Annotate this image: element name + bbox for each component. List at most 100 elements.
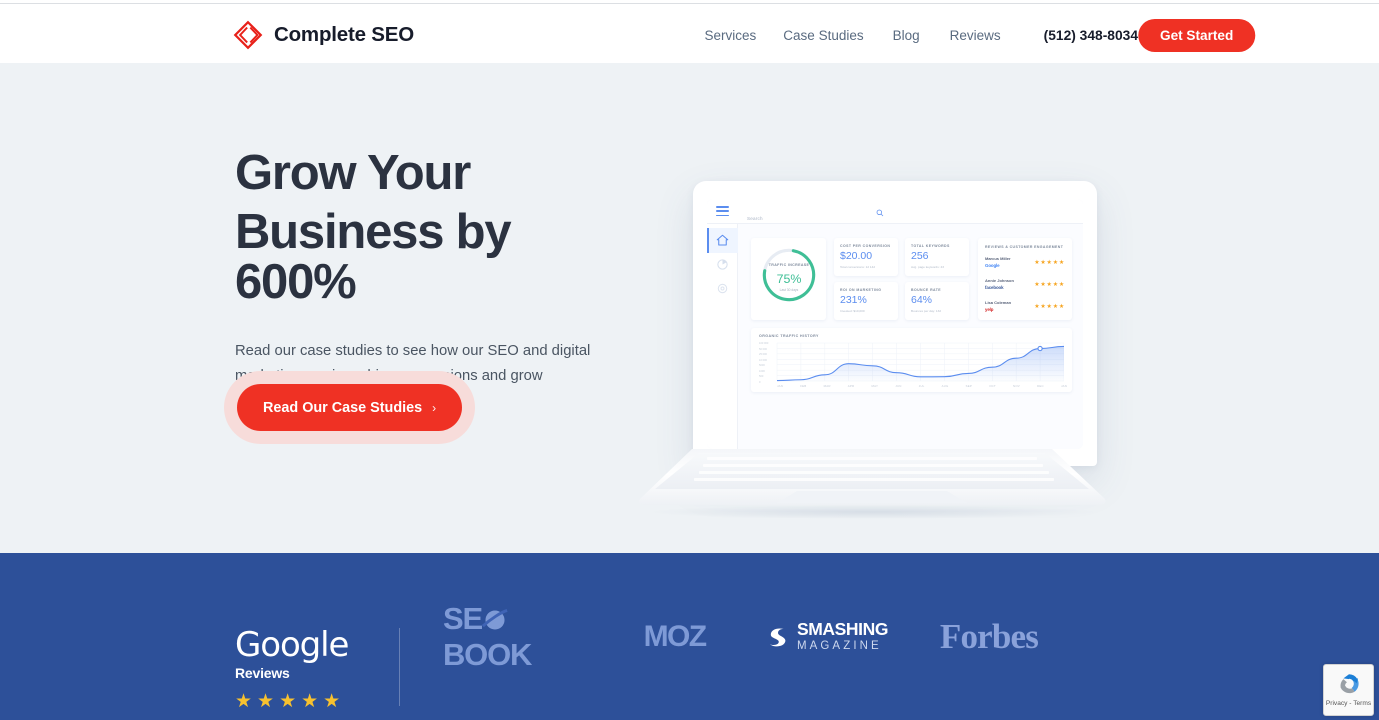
x-tick: JUL [918,384,925,388]
moz-wordmark: MOZ [643,619,707,653]
traffic-card-label: TRAFFIC INCREASE [768,263,810,267]
traffic-increase-card: TRAFFIC INCREASE 75% Last 30 days [751,238,826,320]
x-tick: JAN [777,384,784,388]
review-stars: ★★★★★ [1034,259,1065,266]
traffic-line-chart [776,342,1065,382]
page-title: Grow Your Business by 600% [235,146,615,309]
x-tick: APR [847,384,855,388]
nav-item-reviews[interactable]: Reviews [950,28,1001,43]
dashboard-sidebar [707,224,738,449]
dashboard-content: TRAFFIC INCREASE 75% Last 30 days COST P… [738,224,1083,449]
site-header: Complete SEO Services Case Studies Blog … [0,4,1379,63]
traffic-card-sub: Last 30 days [779,288,799,292]
seobook-text-part-1: SE [443,600,483,636]
laptop-screen: Search TRAFFIC INCREASE 75% Last 30 days… [707,199,1083,449]
metric-card: TOTAL KEYWORDS 256 Avg. page keywords: 4… [905,238,969,276]
pie-chart-icon[interactable] [715,257,730,272]
metric-sub: Bounces per day: 132 [911,309,942,313]
seobook-planet-icon [481,608,508,630]
metric-sub: Avg. page keywords: 43 [911,265,944,269]
home-icon[interactable] [715,233,730,248]
main-nav: Services Case Studies Blog Reviews (512)… [705,28,1138,43]
smashing-line-1: SMASHING [796,619,889,639]
get-started-button[interactable]: Get Started [1138,19,1256,52]
metric-sub: Invested: $10,000 [840,309,865,313]
google-reviews-stars: ★★★★★ [235,691,346,712]
laptop-lid: Search TRAFFIC INCREASE 75% Last 30 days… [693,181,1097,466]
logos-band-inner: Google Reviews ★★★★★ SE BOOK MOZ SMASHIN… [0,553,1379,720]
chevron-right-icon: › [432,400,437,415]
brand-name: Complete SEO [274,23,414,46]
seobook-wordmark: SE BOOK [443,601,586,673]
traffic-donut: TRAFFIC INCREASE 75% Last 30 days [760,246,818,304]
logo-smashing-magazine: SMASHING MAGAZINE [763,553,891,720]
metric-card: BOUNCE RATE 64% Bounces per day: 132 [905,282,969,320]
chart-plot-area [759,341,1065,383]
review-stars: ★★★★★ [1034,303,1065,310]
hero-cta-halo: Read Our Case Studies › [224,371,476,444]
metric-title: TOTAL KEYWORDS [911,244,950,248]
review-stars: ★★★★★ [1034,281,1065,288]
gear-icon[interactable] [715,281,730,296]
search-placeholder: Search [747,216,763,221]
seobook-text-part-2: BOOK [443,636,532,672]
hero-title-line-2: Business by 600% [235,204,512,309]
metric-value: 64% [911,294,933,306]
x-tick: MAY [871,384,879,388]
x-tick: DEC [1037,384,1044,388]
metric-title: ROI ON MARKETING [840,288,882,292]
vertical-divider [399,628,400,706]
review-row: Annie Johnson facebook ★★★★★ [985,278,1065,297]
brand-logo[interactable]: Complete SEO [233,20,414,50]
smashing-line-2: MAGAZINE [796,639,882,652]
x-tick: OCT [989,384,996,388]
x-tick: AUG [941,384,949,388]
metric-value: $20.00 [840,250,873,262]
hero-section: Grow Your Business by 600% Read our case… [0,63,1379,553]
google-wordmark: Google [235,625,349,665]
smashing-s-icon [769,628,786,646]
reviews-card-title: REVIEWS & CUSTOMER ENGAGEMENT [985,245,1064,249]
nav-item-services[interactable]: Services [705,28,757,43]
review-row: Lisa Coleman yelp ★★★★★ [985,300,1065,319]
google-reviews-label: Reviews [235,665,290,681]
x-tick: JAN [1060,384,1067,388]
read-case-studies-button[interactable]: Read Our Case Studies › [237,384,463,431]
x-tick: JUN [895,384,902,388]
laptop-base [637,449,1107,507]
metric-sub: Total conversions: 12 142 [840,265,876,269]
hero-title-line-1: Grow Your [235,146,471,200]
hamburger-icon[interactable] [716,206,729,217]
read-case-studies-label: Read Our Case Studies [263,399,423,416]
forbes-wordmark: Forbes [939,616,1039,656]
recaptcha-badge[interactable]: Privacy - Terms [1323,664,1374,716]
diamond-chevron-logo-icon [233,20,263,50]
x-tick: SEP [965,384,973,388]
x-tick: NOV [1013,384,1020,388]
hero-cta-wrapper: Read Our Case Studies › [224,371,476,444]
metric-card: ROI ON MARKETING 231% Invested: $10,000 [834,282,898,320]
search-icon[interactable] [876,204,884,217]
metric-card: COST PER CONVERSION $20.00 Total convers… [834,238,898,276]
recaptcha-label: Privacy - Terms [1325,700,1372,707]
x-tick: FEB [800,384,807,388]
smashing-text: SMASHING MAGAZINE [796,619,889,652]
nav-item-case-studies[interactable]: Case Studies [783,28,863,43]
review-row: Marcus Miller Google ★★★★★ [985,256,1065,275]
laptop-mockup: Search TRAFFIC INCREASE 75% Last 30 days… [625,113,1125,519]
logo-moz: MOZ [629,553,720,720]
traffic-card-value: 75% [776,272,802,286]
logo-forbes: Forbes [935,553,1043,720]
x-tick: MAR [823,384,831,388]
page-root: Complete SEO Services Case Studies Blog … [0,0,1379,720]
nav-item-blog[interactable]: Blog [893,28,920,43]
recaptcha-icon [1335,670,1363,698]
metric-title: BOUNCE RATE [911,288,942,292]
nav-phone-number[interactable]: (512) 348-8034 [1044,28,1138,43]
chart-x-axis-labels: JAN FEB MAR APR MAY JUN JUL AUG SEP OCT … [777,384,1067,388]
dashboard-ui: Search TRAFFIC INCREASE 75% Last 30 days… [707,199,1083,449]
logos-band: Google Reviews ★★★★★ SE BOOK MOZ SMASHIN… [0,553,1379,720]
organic-traffic-chart-card: ORGANIC TRAFFIC HISTORY 100 000 50 000 2… [751,328,1072,392]
smashing-lockup: SMASHING MAGAZINE [766,619,889,652]
metric-value: 256 [911,250,929,262]
